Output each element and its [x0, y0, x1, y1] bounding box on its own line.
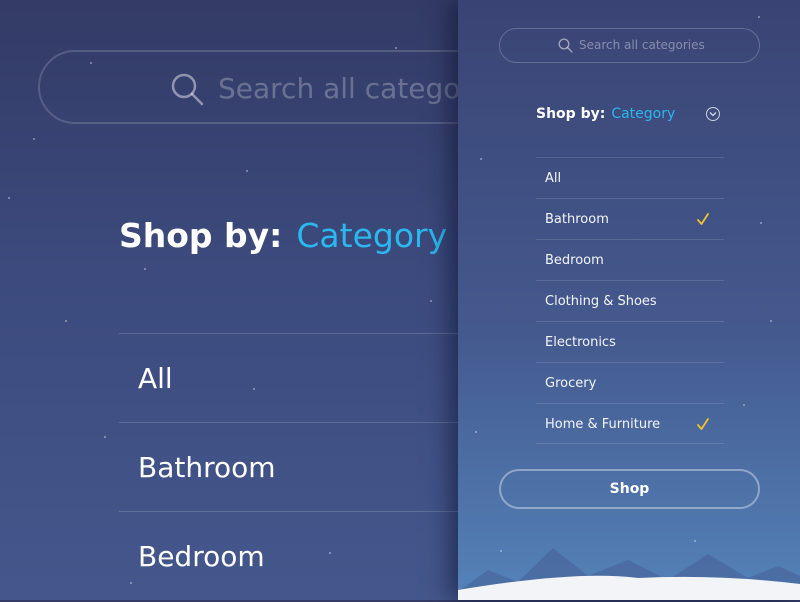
list-item[interactable]: Bedroom [119, 511, 479, 600]
category-label: Electronics [545, 335, 616, 350]
category-panel: Search all categories Shop by: Category A… [458, 0, 800, 600]
category-label: Bathroom [545, 212, 609, 227]
category-label: All [545, 171, 562, 186]
category-item[interactable]: Home & Furniture [536, 403, 724, 444]
category-item[interactable]: All [536, 157, 724, 198]
category-list: All Bathroom Bedroom Clothing & Shoes Electr… [536, 157, 724, 444]
list-item[interactable]: Bathroom [119, 422, 479, 511]
search-input[interactable]: Search all categories [499, 28, 760, 63]
category-label: Bedroom [545, 253, 604, 268]
shop-by-value[interactable]: Category [611, 106, 675, 122]
category-label: Grocery [545, 376, 597, 391]
list-item[interactable]: All [119, 333, 479, 422]
category-label: Clothing & Shoes [545, 294, 657, 309]
search-icon [171, 73, 204, 106]
mountains-illustration [458, 548, 800, 600]
search-icon [558, 38, 573, 53]
category-item[interactable]: Clothing & Shoes [536, 280, 724, 321]
search-placeholder: Search all categories [579, 38, 705, 52]
checkmark-icon [697, 213, 709, 225]
category-item[interactable]: Bathroom [536, 198, 724, 239]
category-item[interactable]: Grocery [536, 362, 724, 403]
shop-by-label: Shop by: [119, 216, 283, 255]
category-label: Home & Furniture [545, 417, 661, 432]
checkmark-icon [697, 418, 709, 430]
shop-by-label: Shop by: [536, 106, 606, 122]
chevron-down-icon[interactable] [706, 107, 720, 121]
shop-button[interactable]: Shop [499, 469, 760, 509]
shop-by-selector[interactable]: Shop by: Category [536, 106, 675, 122]
background-category-list: All Bathroom Bedroom [119, 333, 479, 600]
background-shop-by: Shop by: Category [119, 216, 447, 255]
category-item[interactable]: Electronics [536, 321, 724, 362]
category-item[interactable]: Bedroom [536, 239, 724, 280]
shop-by-value[interactable]: Category [296, 216, 447, 255]
